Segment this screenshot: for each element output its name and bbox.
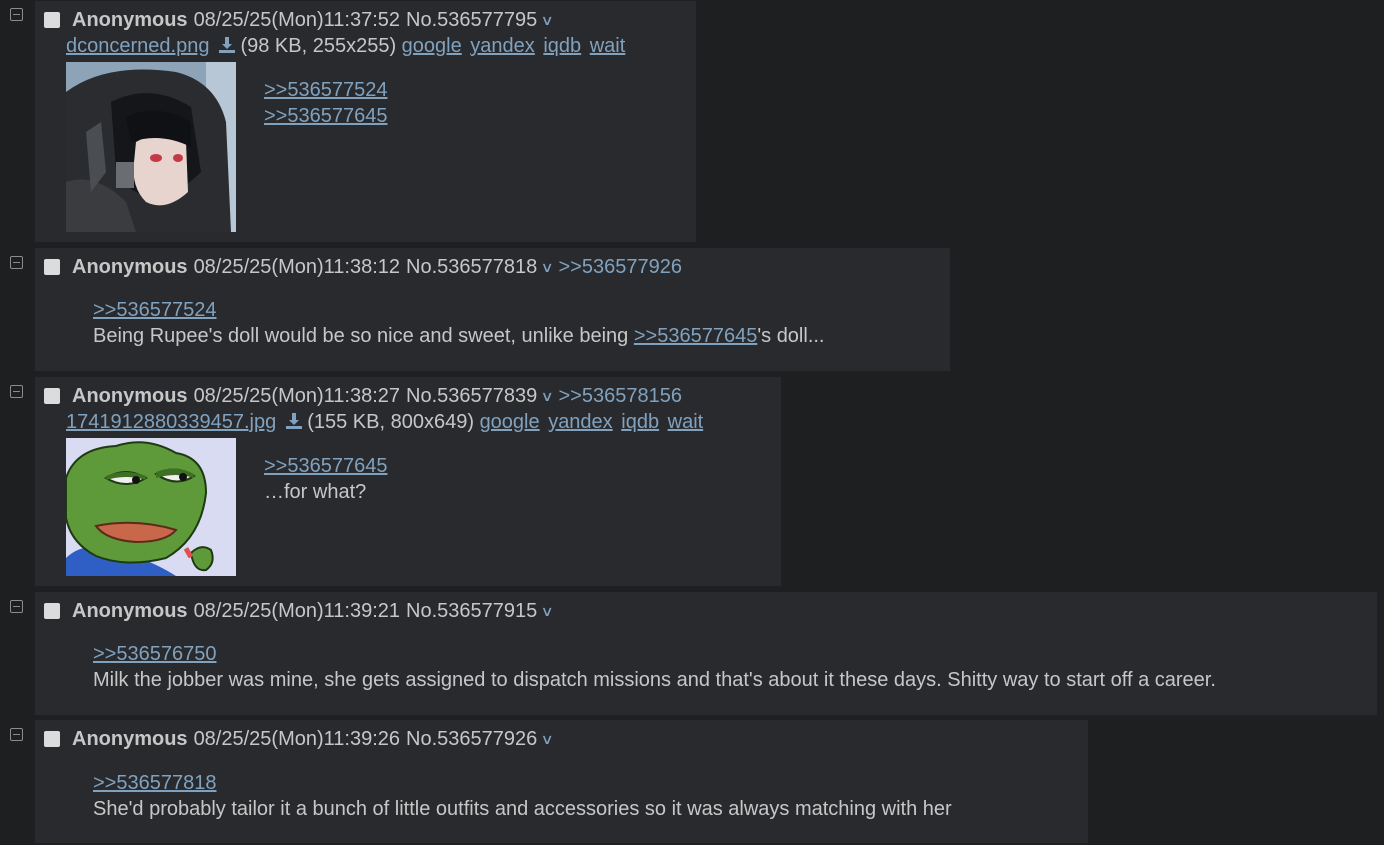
post-select-checkbox[interactable] (44, 731, 60, 747)
search-iqdb-link[interactable]: iqdb (621, 411, 659, 433)
post-select-checkbox[interactable] (44, 259, 60, 275)
collapse-post-icon[interactable] (10, 256, 23, 269)
post-header: Anonymous 08/25/25(Mon)11:39:21 No.53657… (44, 599, 554, 623)
post-number[interactable]: No.536577926 (406, 727, 537, 751)
post-message: >>536577645 …for what? (264, 453, 387, 505)
quote-link[interactable]: >>536577645 (264, 103, 387, 129)
search-wait-link[interactable]: wait (668, 411, 704, 433)
download-icon[interactable] (285, 412, 303, 430)
post-select-checkbox[interactable] (44, 12, 60, 28)
poster-name: Anonymous (72, 385, 188, 407)
post-date: 08/25/25(Mon)11:39:21 (193, 600, 401, 622)
search-yandex-link[interactable]: yandex (548, 411, 613, 433)
post-thumbnail[interactable] (66, 438, 236, 576)
quote-link[interactable]: >>536576750 (93, 641, 1216, 667)
message-text: Milk the jobber was mine, she gets assig… (93, 669, 1216, 691)
message-text-start: Being Rupee's doll would be so nice and … (93, 325, 634, 347)
file-name-link[interactable]: 1741912880339457.jpg (66, 411, 276, 433)
post-container: Anonymous 08/25/25(Mon)11:39:26 No.53657… (35, 720, 1088, 843)
post-number[interactable]: No.536577795 (406, 8, 537, 32)
quote-link[interactable]: >>536577524 (93, 297, 825, 323)
collapse-post-icon[interactable] (10, 385, 23, 398)
chevron-down-icon[interactable]: ∨ (541, 384, 554, 408)
post-date: 08/25/25(Mon)11:38:27 (193, 385, 401, 407)
collapse-post-icon[interactable] (10, 8, 23, 21)
chevron-down-icon[interactable]: ∨ (541, 8, 554, 32)
search-yandex-link[interactable]: yandex (470, 35, 535, 57)
chevron-down-icon[interactable]: ∨ (541, 599, 554, 623)
post-container: Anonymous 08/25/25(Mon)11:38:27 No.53657… (35, 377, 781, 586)
post-message: >>536577524 Being Rupee's doll would be … (93, 297, 825, 349)
backlink[interactable]: >>536578156 (559, 384, 682, 408)
message-text: Being Rupee's doll would be so nice and … (93, 323, 825, 349)
search-wait-link[interactable]: wait (590, 35, 626, 57)
inline-quote-link[interactable]: >>536577645 (634, 325, 757, 347)
post-select-checkbox[interactable] (44, 603, 60, 619)
file-size: (155 KB, 800x649) (307, 411, 474, 433)
post-number[interactable]: No.536577915 (406, 599, 537, 623)
poster-name: Anonymous (72, 600, 188, 622)
post-message: >>536577818 She'd probably tailor it a b… (93, 770, 952, 822)
poster-name: Anonymous (72, 728, 188, 750)
post-container: Anonymous 08/25/25(Mon)11:37:52 No.53657… (35, 1, 696, 242)
post-date: 08/25/25(Mon)11:39:26 (193, 728, 401, 750)
post-number[interactable]: No.536577839 (406, 384, 537, 408)
backlink[interactable]: >>536577926 (559, 255, 682, 279)
poster-name: Anonymous (72, 256, 188, 278)
post-thumbnail[interactable] (66, 62, 236, 232)
post-header: Anonymous 08/25/25(Mon)11:38:27 No.53657… (44, 384, 682, 408)
collapse-post-icon[interactable] (10, 728, 23, 741)
chevron-down-icon[interactable]: ∨ (541, 255, 554, 279)
post-header: Anonymous 08/25/25(Mon)11:38:12 No.53657… (44, 255, 682, 279)
post-message: >>536576750 Milk the jobber was mine, sh… (93, 641, 1216, 693)
search-google-link[interactable]: google (480, 411, 540, 433)
post-container: Anonymous 08/25/25(Mon)11:39:21 No.53657… (35, 592, 1377, 715)
file-info: dconcerned.png (98 KB, 255x255) google ya… (66, 34, 628, 58)
post-header: Anonymous 08/25/25(Mon)11:37:52 No.53657… (44, 8, 554, 32)
search-google-link[interactable]: google (402, 35, 462, 57)
quote-link[interactable]: >>536577818 (93, 770, 952, 796)
post-header: Anonymous 08/25/25(Mon)11:39:26 No.53657… (44, 727, 554, 751)
post-container: Anonymous 08/25/25(Mon)11:38:12 No.53657… (35, 248, 950, 371)
poster-name: Anonymous (72, 9, 188, 31)
search-iqdb-link[interactable]: iqdb (543, 35, 581, 57)
post-message: >>536577524 >>536577645 (264, 77, 387, 129)
quote-link[interactable]: >>536577524 (264, 77, 387, 103)
message-text: She'd probably tailor it a bunch of litt… (93, 798, 952, 820)
post-date: 08/25/25(Mon)11:38:12 (193, 256, 401, 278)
download-icon[interactable] (218, 36, 236, 54)
file-size: (98 KB, 255x255) (240, 35, 397, 57)
chevron-down-icon[interactable]: ∨ (541, 727, 554, 751)
file-info: 1741912880339457.jpg (155 KB, 800x649) go… (66, 410, 706, 434)
message-text: …for what? (264, 481, 367, 503)
file-name-link[interactable]: dconcerned.png (66, 35, 209, 57)
quote-link[interactable]: >>536577645 (264, 453, 387, 479)
collapse-post-icon[interactable] (10, 600, 23, 613)
message-text-end: 's doll... (757, 325, 825, 347)
post-number[interactable]: No.536577818 (406, 255, 537, 279)
post-date: 08/25/25(Mon)11:37:52 (193, 9, 401, 31)
post-select-checkbox[interactable] (44, 388, 60, 404)
